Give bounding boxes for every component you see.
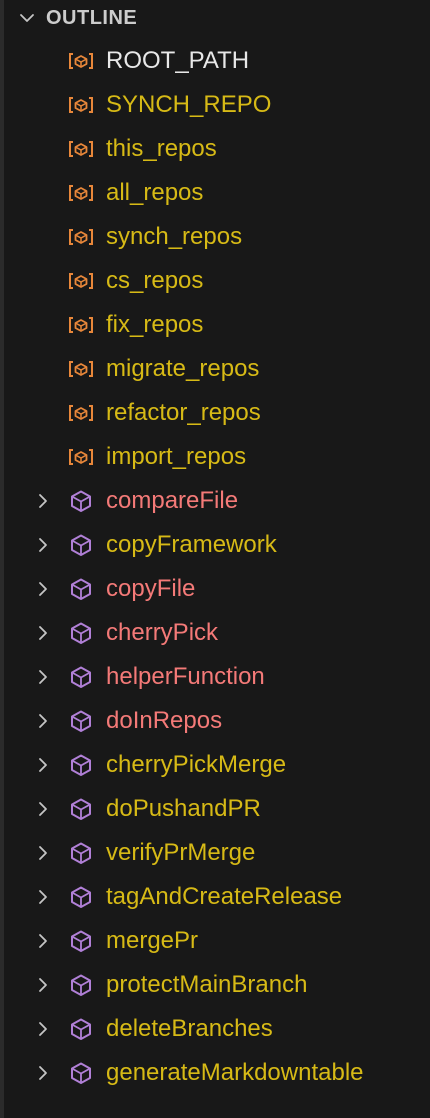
method-cube-icon — [71, 710, 91, 732]
outline-item-label: protectMainBranch — [106, 971, 308, 998]
variable-icon — [69, 229, 93, 245]
outline-item-ROOT_PATH[interactable]: ROOT_PATH — [4, 39, 430, 83]
outline-item-helperFunction[interactable]: helperFunction — [4, 655, 430, 699]
outline-item-protectMainBranch[interactable]: protectMainBranch — [4, 963, 430, 1007]
chevron-right-icon[interactable] — [34, 492, 52, 510]
method-cube-icon — [71, 974, 91, 996]
outline-item-doInRepos[interactable]: doInRepos — [4, 699, 430, 743]
outline-item-label: synch_repos — [106, 223, 243, 250]
outline-item-label: refactor_repos — [106, 399, 261, 426]
outline-item-label: mergePr — [106, 927, 199, 954]
method-cube-icon — [71, 842, 91, 864]
outline-item-compareFile[interactable]: compareFile — [4, 479, 430, 523]
outline-item-synch_repos[interactable]: synch_repos — [4, 215, 430, 259]
outline-item-label: tagAndCreateRelease — [106, 883, 343, 910]
method-cube-icon — [71, 798, 91, 820]
outline-item-migrate_repos[interactable]: migrate_repos — [4, 347, 430, 391]
variable-icon — [69, 317, 93, 333]
outline-item-label: generateMarkdowntable — [106, 1059, 364, 1086]
method-cube-icon — [71, 666, 91, 688]
method-cube-icon — [71, 930, 91, 952]
method-cube-icon — [71, 1062, 91, 1084]
outline-item-fix_repos[interactable]: fix_repos — [4, 303, 430, 347]
chevron-right-icon[interactable] — [34, 800, 52, 818]
method-cube-icon — [71, 578, 91, 600]
outline-item-cs_repos[interactable]: cs_repos — [4, 259, 430, 303]
chevron-right-icon[interactable] — [34, 756, 52, 774]
method-cube-icon — [71, 490, 91, 512]
outline-item-cherryPick[interactable]: cherryPick — [4, 611, 430, 655]
chevron-right-icon[interactable] — [34, 844, 52, 862]
outline-item-mergePr[interactable]: mergePr — [4, 919, 430, 963]
variable-icon — [69, 361, 93, 377]
variable-icon — [69, 185, 93, 201]
outline-item-label: all_repos — [106, 179, 204, 206]
method-cube-icon — [71, 622, 91, 644]
outline-item-label: ROOT_PATH — [106, 47, 250, 74]
outline-item-doPushandPR[interactable]: doPushandPR — [4, 787, 430, 831]
variable-icon — [69, 449, 93, 465]
variable-icon — [69, 53, 93, 69]
chevron-down-icon[interactable] — [18, 9, 36, 27]
chevron-right-icon[interactable] — [34, 932, 52, 950]
chevron-right-icon[interactable] — [34, 580, 52, 598]
outline-item-import_repos[interactable]: import_repos — [4, 435, 430, 479]
chevron-right-icon[interactable] — [34, 668, 52, 686]
chevron-right-icon[interactable] — [34, 712, 52, 730]
outline-item-copyFile[interactable]: copyFile — [4, 567, 430, 611]
outline-item-label: doPushandPR — [106, 795, 261, 822]
chevron-right-icon[interactable] — [34, 888, 52, 906]
chevron-right-icon[interactable] — [34, 536, 52, 554]
method-cube-icon — [71, 1018, 91, 1040]
outline-panel: OUTLINE ROOT_PATH SYNCH_REPO this_reposall… — [4, 0, 430, 1118]
chevron-right-icon[interactable] — [34, 976, 52, 994]
outline-item-copyFramework[interactable]: copyFramework — [4, 523, 430, 567]
outline-item-label: import_repos — [106, 443, 247, 470]
outline-item-cherryPickMerge[interactable]: cherryPickMerge — [4, 743, 430, 787]
outline-item-label: doInRepos — [106, 707, 223, 734]
outline-item-this_repos[interactable]: this_repos — [4, 127, 430, 171]
outline-item-all_repos[interactable]: all_repos — [4, 171, 430, 215]
method-cube-icon — [71, 534, 91, 556]
outline-item-label: this_repos — [106, 135, 217, 162]
outline-item-tagAndCreateRelease[interactable]: tagAndCreateRelease — [4, 875, 430, 919]
outline-item-label: migrate_repos — [106, 355, 260, 382]
outline-item-label: SYNCH_REPO — [106, 91, 272, 118]
outline-item-label: cherryPick — [106, 619, 219, 646]
outline-header[interactable]: OUTLINE — [4, 0, 430, 36]
outline-item-label: cherryPickMerge — [106, 751, 287, 778]
outline-item-label: verifyPrMerge — [106, 839, 256, 866]
chevron-right-icon[interactable] — [34, 1020, 52, 1038]
outline-item-label: compareFile — [106, 487, 239, 514]
outline-title: OUTLINE — [46, 7, 138, 29]
variable-icon — [69, 405, 93, 421]
outline-item-generateMarkdowntable[interactable]: generateMarkdowntable — [4, 1051, 430, 1095]
method-cube-icon — [71, 754, 91, 776]
outline-item-label: helperFunction — [106, 663, 265, 690]
method-cube-icon — [71, 886, 91, 908]
chevron-right-icon[interactable] — [34, 1064, 52, 1082]
outline-item-label: copyFile — [106, 575, 196, 602]
outline-item-label: deleteBranches — [106, 1015, 273, 1042]
variable-icon — [69, 273, 93, 289]
outline-item-label: cs_repos — [106, 267, 204, 294]
outline-item-label: fix_repos — [106, 311, 204, 338]
chevron-right-icon[interactable] — [34, 624, 52, 642]
outline-item-label: copyFramework — [106, 531, 277, 558]
variable-icon — [69, 141, 93, 157]
outline-item-refactor_repos[interactable]: refactor_repos — [4, 391, 430, 435]
outline-item-verifyPrMerge[interactable]: verifyPrMerge — [4, 831, 430, 875]
variable-icon — [69, 97, 93, 113]
outline-item-SYNCH_REPO[interactable]: SYNCH_REPO — [4, 83, 430, 127]
outline-item-deleteBranches[interactable]: deleteBranches — [4, 1007, 430, 1051]
